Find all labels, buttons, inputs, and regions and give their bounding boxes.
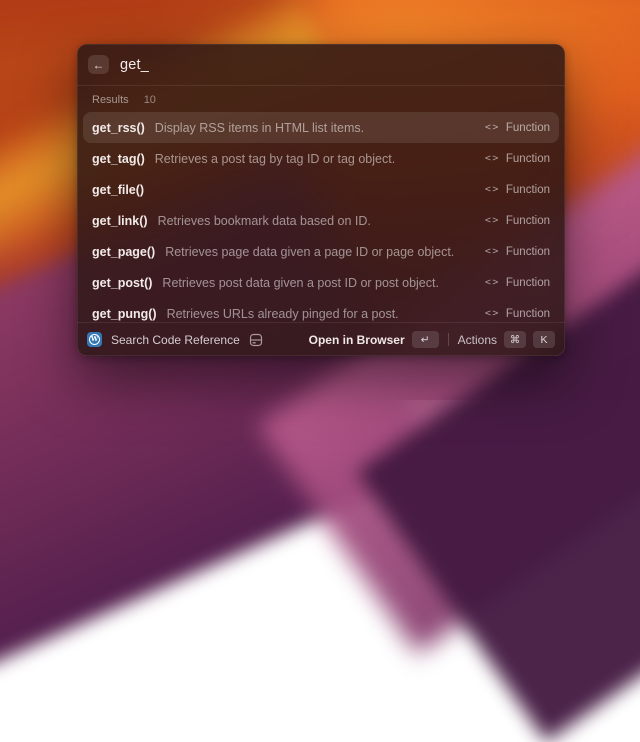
search-input[interactable]: get_: [120, 57, 149, 73]
result-title: get_page(): [92, 245, 155, 259]
result-type-label: Function: [506, 215, 550, 227]
command-name: Search Code Reference: [111, 333, 240, 347]
footer-divider: [448, 333, 449, 346]
result-type: <> Function: [485, 153, 550, 165]
return-key-badge[interactable]: ↵: [412, 331, 439, 348]
result-description: Retrieves bookmark data based on ID.: [158, 214, 485, 228]
results-header: Results 10: [83, 88, 559, 112]
code-icon: <>: [485, 153, 500, 164]
result-row[interactable]: get_page() Retrieves page data given a p…: [83, 236, 559, 267]
result-title: get_rss(): [92, 121, 145, 135]
result-type: <> Function: [485, 246, 550, 258]
result-description: Retrieves URLs already pinged for a post…: [167, 307, 485, 321]
result-type: <> Function: [485, 277, 550, 289]
result-description: Retrieves a post tag by tag ID or tag ob…: [155, 152, 485, 166]
code-icon: <>: [485, 246, 500, 257]
result-type-label: Function: [506, 153, 550, 165]
k-key-badge[interactable]: K: [533, 331, 555, 348]
code-icon: <>: [485, 122, 500, 133]
result-row[interactable]: get_pung() Retrieves URLs already pinged…: [83, 298, 559, 322]
search-bar: ← get_: [77, 44, 565, 86]
code-icon: <>: [485, 308, 500, 319]
result-title: get_pung(): [92, 307, 157, 321]
footer-bar: W Search Code Reference Open in Browser …: [77, 322, 565, 356]
wordpress-w-glyph: W: [89, 334, 100, 345]
result-type-label: Function: [506, 184, 550, 196]
result-description: Display RSS items in HTML list items.: [155, 121, 485, 135]
result-type-label: Function: [506, 122, 550, 134]
code-icon: <>: [485, 215, 500, 226]
result-row[interactable]: get_post() Retrieves post data given a p…: [83, 267, 559, 298]
primary-action-label[interactable]: Open in Browser: [309, 333, 405, 347]
command-key-badge[interactable]: ⌘: [504, 331, 526, 348]
result-row[interactable]: get_file() <> Function: [83, 174, 559, 205]
result-title: get_file(): [92, 183, 144, 197]
storage-icon: [249, 333, 263, 347]
code-icon: <>: [485, 184, 500, 195]
results-list: Results 10 get_rss() Display RSS items i…: [77, 86, 565, 322]
result-row[interactable]: get_link() Retrieves bookmark data based…: [83, 205, 559, 236]
result-row[interactable]: get_tag() Retrieves a post tag by tag ID…: [83, 143, 559, 174]
results-label: Results: [92, 94, 129, 106]
footer-actions: Open in Browser ↵ Actions ⌘ K: [309, 331, 555, 348]
result-description: Retrieves page data given a page ID or p…: [165, 245, 485, 259]
result-row[interactable]: get_rss() Display RSS items in HTML list…: [83, 112, 559, 143]
launcher-window: ← get_ Results 10 get_rss() Display RSS …: [77, 44, 565, 356]
result-type-label: Function: [506, 277, 550, 289]
code-icon: <>: [485, 277, 500, 288]
back-button[interactable]: ←: [88, 55, 109, 74]
result-description: Retrieves post data given a post ID or p…: [162, 276, 484, 290]
result-type: <> Function: [485, 184, 550, 196]
result-type: <> Function: [485, 215, 550, 227]
results-count: 10: [144, 94, 156, 106]
result-title: get_tag(): [92, 152, 145, 166]
result-title: get_post(): [92, 276, 152, 290]
wordpress-icon: W: [87, 332, 102, 347]
result-type-label: Function: [506, 308, 550, 320]
result-type: <> Function: [485, 308, 550, 320]
back-arrow-icon: ←: [93, 58, 105, 72]
result-type-label: Function: [506, 246, 550, 258]
result-title: get_link(): [92, 214, 148, 228]
actions-menu-label[interactable]: Actions: [458, 333, 497, 347]
results-rows: get_rss() Display RSS items in HTML list…: [83, 112, 559, 322]
result-type: <> Function: [485, 122, 550, 134]
